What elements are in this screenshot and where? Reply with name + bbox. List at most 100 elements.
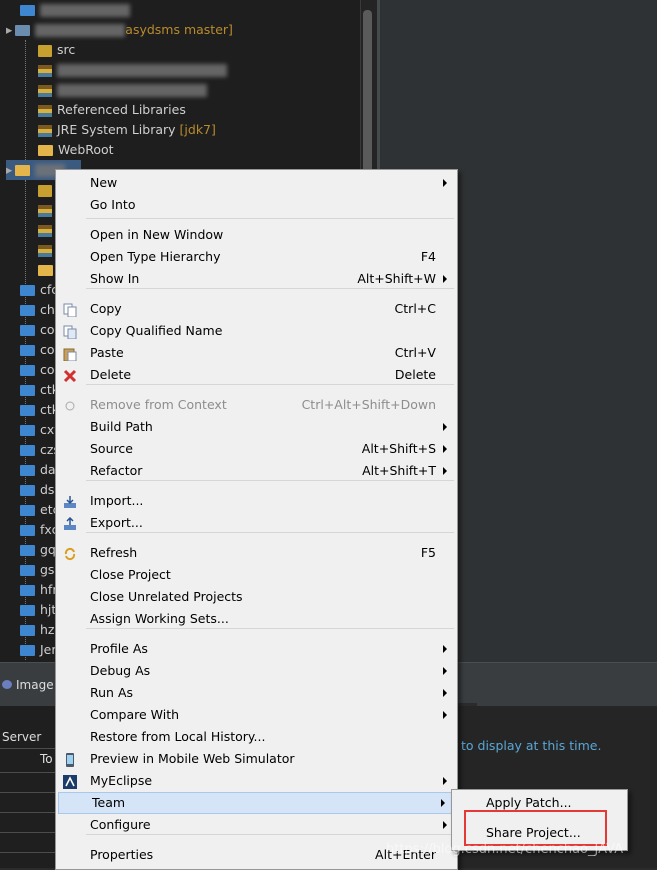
menu-item-open-in-new-window[interactable]: Open in New Window: [57, 224, 456, 246]
folder-icon: [38, 145, 53, 156]
tree-folder-row[interactable]: ctk: [20, 380, 59, 400]
menu-item-label: Copy: [90, 301, 122, 316]
submenu-arrow-icon: [443, 275, 447, 283]
menu-item-close-unrelated-projects[interactable]: Close Unrelated Projects: [57, 586, 456, 608]
menu-item-close-project[interactable]: Close Project: [57, 564, 456, 586]
menu-item-label: Source: [90, 441, 133, 456]
folder-icon: [20, 365, 35, 376]
tree-folder-row[interactable]: co: [20, 320, 55, 340]
submenu-arrow-icon: [443, 689, 447, 697]
menu-item-shortcut: F4: [420, 249, 436, 264]
menu-item-myeclipse[interactable]: MyEclipse: [57, 770, 456, 792]
tree-folder-row[interactable]: ds: [20, 480, 54, 500]
tree-row[interactable]: [38, 60, 227, 80]
menu-item-delete[interactable]: Delete Delete: [57, 364, 456, 386]
folder-icon: [20, 485, 35, 496]
folder-icon: [20, 565, 35, 576]
menu-item-build-path[interactable]: Build Path: [57, 416, 456, 438]
menu-item-preview-in-mobile-web-simulator[interactable]: Preview in Mobile Web Simulator: [57, 748, 456, 770]
scrollbar-thumb[interactable]: [363, 10, 372, 175]
expand-icon[interactable]: ▸: [6, 162, 12, 177]
tree-folder-row[interactable]: fxc: [20, 520, 58, 540]
menu-item-refactor[interactable]: Refactor Alt+Shift+T: [57, 460, 456, 482]
menu-item-assign-working-sets[interactable]: Assign Working Sets...: [57, 608, 456, 630]
tree-row[interactable]: Referenced Libraries: [38, 100, 186, 120]
menu-item-copy-qualified-name[interactable]: Copy Qualified Name: [57, 320, 456, 342]
tree-row[interactable]: src: [38, 40, 75, 60]
submenu-arrow-icon: [443, 711, 447, 719]
tree-row[interactable]: [38, 80, 207, 100]
menu-item-go-into[interactable]: Go Into: [57, 194, 456, 216]
mobile-icon: [63, 752, 77, 767]
tree-folder-label: ds: [40, 482, 55, 497]
menu-item-shortcut: Ctrl+C: [394, 301, 436, 316]
image-icon: [2, 680, 12, 689]
menu-item-label: Import...: [90, 493, 144, 508]
menu-item-compare-with[interactable]: Compare With: [57, 704, 456, 726]
folder-icon: [20, 345, 35, 356]
folder-icon: [20, 285, 35, 296]
menu-item-team[interactable]: Team: [58, 792, 455, 814]
library-icon: [38, 204, 52, 217]
menu-item-label: Debug As: [90, 663, 151, 678]
jre-tag: [jdk7]: [179, 122, 216, 137]
menu-item-refresh[interactable]: Refresh F5: [57, 542, 456, 564]
tree-folder-row[interactable]: ctk: [20, 400, 59, 420]
menu-item-debug-as[interactable]: Debug As: [57, 660, 456, 682]
menu-separator: [86, 218, 454, 219]
tree-folder-row[interactable]: czs: [20, 440, 60, 460]
tree-folder-row[interactable]: Jer: [20, 640, 57, 660]
tree-folder-row[interactable]: gs: [20, 560, 54, 580]
divider: [0, 748, 56, 749]
menu-item-run-as[interactable]: Run As: [57, 682, 456, 704]
menu-item-open-type-hierarchy[interactable]: Open Type Hierarchy F4: [57, 246, 456, 268]
folder-icon: [20, 505, 35, 516]
folder-icon: [20, 325, 35, 336]
tree-folder-row[interactable]: hfr: [20, 580, 57, 600]
remove-context-icon: [63, 398, 77, 412]
menu-item-configure[interactable]: Configure: [57, 814, 456, 836]
menu-item-copy[interactable]: Copy Ctrl+C: [57, 298, 456, 320]
tree-folder-row[interactable]: co: [20, 360, 55, 380]
divider: [0, 812, 56, 813]
copy-icon: [63, 302, 77, 318]
tree-folder-row[interactable]: chl: [20, 300, 58, 320]
folder-icon: [20, 305, 35, 316]
server-row[interactable]: To: [40, 752, 53, 766]
tree-folder-row[interactable]: gq: [20, 540, 56, 560]
menu-item-remove-from-context: Remove from Context Ctrl+Alt+Shift+Down: [57, 394, 456, 416]
menu-item-show-in[interactable]: Show In Alt+Shift+W: [57, 268, 456, 290]
menu-item-profile-as[interactable]: Profile As: [57, 638, 456, 660]
myeclipse-icon: [63, 774, 77, 789]
tree-row[interactable]: JRE System Library [jdk7]: [38, 120, 216, 140]
folder-icon: [20, 545, 35, 556]
images-tab[interactable]: Image: [2, 678, 54, 692]
tree-folder-row[interactable]: cfc: [20, 280, 58, 300]
menu-item-export[interactable]: Export...: [57, 512, 456, 534]
tree-folder-row[interactable]: da: [20, 460, 56, 480]
folder-icon: [20, 425, 35, 436]
tree-row[interactable]: WebRoot: [38, 140, 114, 160]
folder-icon: [20, 5, 35, 16]
tree-row[interactable]: [20, 0, 130, 20]
submenu-arrow-icon: [443, 467, 447, 475]
tree-item-label: WebRoot: [58, 142, 114, 157]
tree-folder-row[interactable]: etc: [20, 500, 59, 520]
folder-icon: [38, 265, 53, 276]
divider: [0, 852, 56, 853]
menu-item-label: Copy Qualified Name: [90, 323, 223, 338]
folder-icon: [20, 585, 35, 596]
menu-item-source[interactable]: Source Alt+Shift+S: [57, 438, 456, 460]
menu-item-import[interactable]: Import...: [57, 490, 456, 512]
tree-folder-row[interactable]: co: [20, 340, 55, 360]
library-icon: [38, 64, 52, 77]
library-icon: [38, 124, 52, 137]
menu-item-paste[interactable]: Paste Ctrl+V: [57, 342, 456, 364]
menu-item-restore-from-local-history[interactable]: Restore from Local History...: [57, 726, 456, 748]
expand-icon[interactable]: ▸: [6, 22, 12, 37]
menu-item-new[interactable]: New: [57, 172, 456, 194]
tree-row-project[interactable]: ▸ asydsms master]: [6, 20, 233, 40]
tree-folder-row[interactable]: hjt: [20, 600, 56, 620]
menu-item-label: Configure: [90, 817, 151, 832]
menu-item-label: Refresh: [90, 545, 138, 560]
